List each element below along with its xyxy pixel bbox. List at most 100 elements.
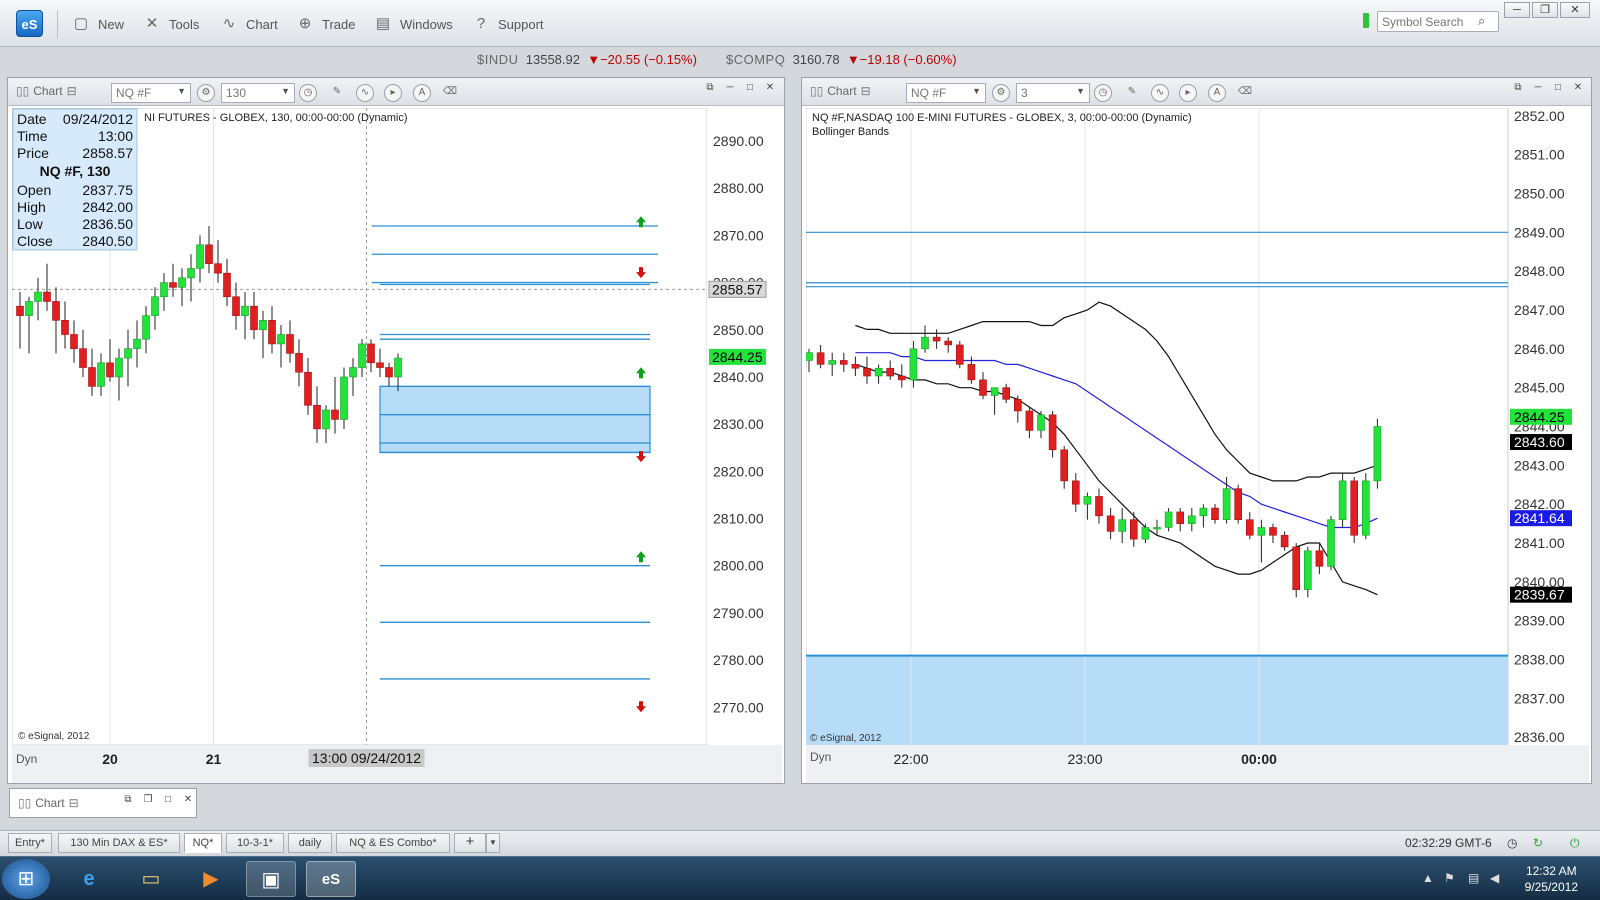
candle-body [358,343,366,368]
candle-body [1315,550,1324,567]
close-window-button[interactable]: ✕ [1560,2,1590,18]
price-tag: 2843.60 [1514,434,1565,450]
link-icon[interactable]: ⊟ [861,84,871,98]
candle-body [921,336,929,350]
tab-130-min-dax-es[interactable]: 130 Min DAX & ES* [58,833,180,853]
esignal-taskbar-icon[interactable]: eS [306,861,356,897]
symbol-select[interactable]: NQ #F ▼ [906,83,986,103]
play-icon[interactable]: ▸ [384,84,402,102]
search-icon[interactable]: ⌕ [1478,13,1485,29]
minimize-window-button[interactable]: ─ [1504,2,1530,18]
start-button-icon[interactable]: ⊞ [2,859,50,899]
settings-gear-icon[interactable]: ⚙ [197,84,215,102]
remote-desktop-icon[interactable]: ▣ [246,861,296,897]
panel-minimize-icon[interactable]: ─ [1530,81,1546,95]
tools-icon: ✕ [145,15,159,32]
tab-menu-button[interactable]: ▼ [486,833,500,853]
link-icon[interactable]: ⊟ [69,796,79,810]
candle-body [1071,480,1080,505]
tab-nq[interactable]: NQ* [184,833,222,853]
candle-body [79,348,87,368]
clock-status-icon[interactable]: ◷ [1507,836,1517,850]
support-button[interactable]: ? Support [470,12,544,36]
media-player-icon[interactable]: ▶ [186,861,236,897]
x-tick-label: 21 [206,751,222,767]
ticker-indu[interactable]: $INDU 13558.92 ▼−20.55 (−0.15%) [477,52,697,67]
tab-10-3-1[interactable]: 10-3-1* [226,833,284,853]
info-value: 2840.50 [82,233,133,249]
ticker-price: 13558.92 [525,52,580,67]
trade-button[interactable]: ⊕ Trade [294,12,356,36]
ticker-compq[interactable]: $COMPQ 3160.78 ▼−19.18 (−0.60%) [726,52,957,67]
clock-icon[interactable]: ◷ [299,84,317,102]
y-tick-label: 2837.00 [1514,690,1565,706]
panel-maximize-icon[interactable]: □ [160,793,176,807]
pop-out-icon[interactable]: ⧉ [120,793,136,807]
text-annotation-icon[interactable]: A [1208,84,1226,102]
study-icon[interactable]: ∿ [1151,84,1169,102]
data-info-box: Date 09/24/2012 Time 13:00 Price 2858.57 NQ #F… [12,108,138,251]
tray-expand-icon[interactable]: ▲ [1422,871,1434,885]
y-tick-label: 2800.00 [713,558,764,574]
pencil-icon[interactable]: ✎ [1123,84,1141,102]
candle-body [1106,515,1115,532]
pencil-icon[interactable]: ✎ [328,84,346,102]
panel-maximize-icon[interactable]: □ [1550,81,1566,95]
settings-gear-icon[interactable]: ⚙ [992,84,1010,102]
study-icon[interactable]: ∿ [356,84,374,102]
panel-close-icon[interactable]: ✕ [762,81,778,95]
price-tag: 2839.67 [1514,587,1565,603]
candle-body [169,282,177,288]
pop-out-icon[interactable]: ⧉ [1510,81,1526,95]
tab-entry[interactable]: Entry* [8,833,52,853]
esignal-logo[interactable]: eS [16,10,43,37]
panel-close-icon[interactable]: ✕ [1570,81,1586,95]
y-tick-label: 2852.00 [1514,108,1565,124]
display-icon[interactable]: ▤ [1468,871,1479,885]
panel-restore-icon[interactable]: ❐ [140,793,156,807]
power-icon[interactable]: ⏻ [1570,836,1580,851]
x-tick-label: 20 [102,751,118,767]
minimized-chart-window[interactable]: ▯▯ Chart ⊟ ⧉ ❐ □ ✕ [9,788,197,818]
volume-icon[interactable]: ◀ [1490,871,1499,885]
internet-explorer-icon[interactable]: e [64,861,114,897]
info-label: Date [17,111,47,127]
pop-out-icon[interactable]: ⧉ [702,81,718,95]
status-clock: 02:32:29 GMT-6 [1405,836,1492,850]
panel-maximize-icon[interactable]: □ [742,81,758,95]
tab-nq-es-combo[interactable]: NQ & ES Combo* [336,833,450,853]
y-tick-label: 2841.00 [1514,535,1565,551]
text-annotation-icon[interactable]: A [413,84,431,102]
panel-close-icon[interactable]: ✕ [180,793,196,807]
tab-daily[interactable]: daily [288,833,332,853]
y-tick-label: 2850.00 [713,322,764,338]
interval-select[interactable]: 3 ▼ [1016,83,1090,103]
new-button[interactable]: ▢ New [70,12,124,36]
info-label: Low [17,216,44,232]
eraser-icon[interactable]: ⌫ [1236,84,1254,102]
symbol-select[interactable]: NQ #F ▼ [111,83,191,103]
file-explorer-icon[interactable]: ▭ [126,861,176,897]
taskbar-clock[interactable]: 12:32 AM 9/25/2012 [1525,863,1578,895]
chart-button[interactable]: ∿ Chart [218,12,278,36]
windows-button[interactable]: ▤ Windows [372,12,453,36]
tools-button[interactable]: ✕ Tools [141,12,200,36]
play-icon[interactable]: ▸ [1179,84,1197,102]
cursor-time-label: 13:00 09/24/2012 [312,750,421,766]
link-icon[interactable]: ⊟ [67,84,77,98]
restore-window-button[interactable]: ❐ [1532,2,1558,18]
left-chart-plot[interactable]: 2890.002880.002870.002860.002850.002840.… [12,108,782,783]
candle-body [385,367,393,378]
panel-minimize-icon[interactable]: ─ [722,81,738,95]
interval-select[interactable]: 130 ▼ [221,83,295,103]
eraser-icon[interactable]: ⌫ [441,84,459,102]
y-tick-label: 2890.00 [713,133,764,149]
add-tab-button[interactable]: + [454,833,486,853]
windows-icon: ▤ [375,15,391,32]
y-tick-label: 2830.00 [713,416,764,432]
right-chart-plot[interactable]: 2852.00 2851.00 2850.00 2849.00 2848.00 2847.… [806,108,1589,783]
action-center-icon[interactable]: ⚑ [1444,871,1455,885]
clock-icon[interactable]: ◷ [1094,84,1112,102]
chart-title-label: Chart [33,84,63,98]
refresh-icon[interactable]: ↻ [1533,836,1543,850]
